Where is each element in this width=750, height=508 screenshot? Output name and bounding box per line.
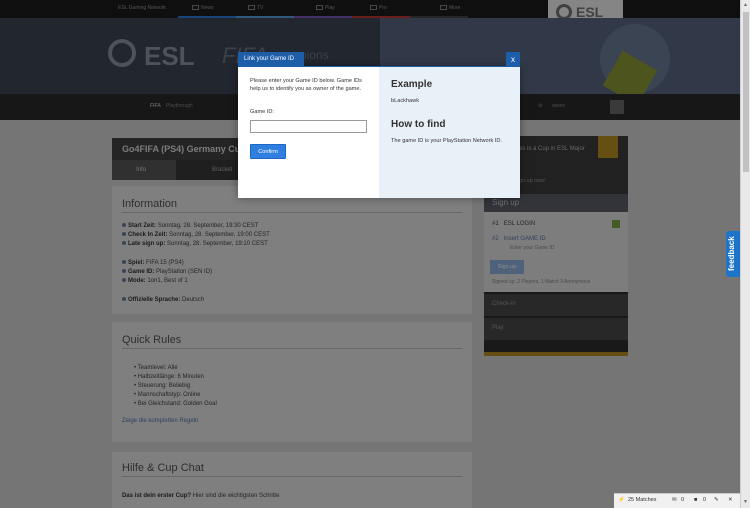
edit-icon[interactable]: ✎ xyxy=(714,497,719,503)
game-id-label: Game ID: xyxy=(250,109,274,115)
modal-title: Link your Game ID xyxy=(244,56,295,62)
example-value: bLackhawk xyxy=(391,98,419,104)
chat-status-bar: ⚡ 25 Matches ✉ 0 ■ 0 ✎ ✕ xyxy=(614,493,740,508)
modal-close-button[interactable]: x xyxy=(506,52,520,67)
feedback-button[interactable]: feedback xyxy=(726,231,740,277)
howto-text: The game ID is your PlayStation Network … xyxy=(391,138,502,144)
close-icon[interactable]: ✕ xyxy=(728,497,733,503)
matches-count[interactable]: 25 Matches xyxy=(628,497,656,503)
notification-icon[interactable]: ■ xyxy=(694,497,697,503)
howto-title: How to find xyxy=(391,119,446,130)
modal-title-tab: Link your Game ID xyxy=(238,52,304,67)
chat-count: 0 xyxy=(681,497,685,503)
scroll-down-icon[interactable]: ▼ xyxy=(743,499,748,505)
modal-intro: Please enter your Game ID below. Game ID… xyxy=(250,78,362,92)
modal-help: Example bLackhawk How to find The game I… xyxy=(379,67,520,198)
scroll-up-icon[interactable]: ▲ xyxy=(743,2,748,8)
matches-icon: ⚡ xyxy=(618,497,625,503)
chat-icon[interactable]: ✉ xyxy=(672,497,677,503)
confirm-button[interactable]: Confirm xyxy=(250,144,286,159)
scrollbar-thumb[interactable] xyxy=(743,12,749,172)
page-scrollbar[interactable]: ▲ ▼ xyxy=(740,0,750,508)
example-title: Example xyxy=(391,79,433,90)
game-id-input[interactable] xyxy=(250,120,367,133)
notification-count: 0 xyxy=(703,497,707,503)
